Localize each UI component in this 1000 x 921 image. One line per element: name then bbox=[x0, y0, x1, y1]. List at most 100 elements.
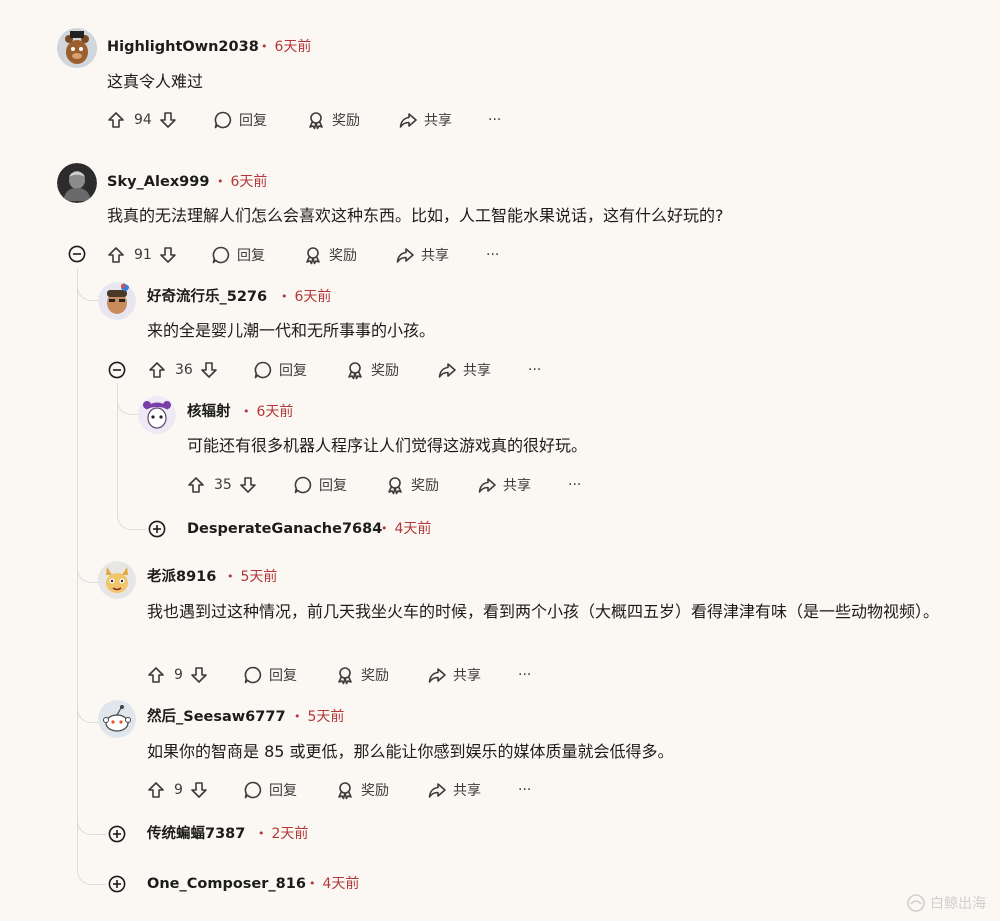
comment-author[interactable]: One_Composer_816 bbox=[147, 874, 306, 894]
comment-body: 我真的无法理解人们怎么会喜欢这种东西。比如，人工智能水果说话，这有什么好玩的? bbox=[107, 206, 724, 225]
share-icon bbox=[478, 478, 496, 493]
award-label: 奖励 bbox=[371, 363, 399, 379]
upvote-button[interactable]: 94 bbox=[106, 106, 178, 134]
reply-label: 回复 bbox=[269, 668, 297, 684]
comment-author[interactable]: Sky_Alex999 bbox=[107, 172, 209, 192]
share-button[interactable]: 共享 bbox=[395, 241, 449, 269]
award-label: 奖励 bbox=[411, 478, 439, 494]
comment-time[interactable]: 6天前 bbox=[217, 172, 268, 192]
award-button[interactable]: 奖励 bbox=[335, 776, 389, 804]
award-button[interactable]: 奖励 bbox=[385, 471, 439, 499]
award-label: 奖励 bbox=[361, 783, 389, 799]
downvote-icon[interactable] bbox=[238, 475, 258, 495]
more-options-button[interactable]: ··· bbox=[568, 471, 581, 499]
vote-count: 36 bbox=[175, 362, 193, 378]
comment-icon bbox=[244, 781, 262, 799]
upvote-button[interactable]: 36 bbox=[147, 356, 219, 384]
share-button[interactable]: 共享 bbox=[398, 106, 452, 134]
award-button[interactable]: 奖励 bbox=[345, 356, 399, 384]
comment-time[interactable]: 2天前 bbox=[258, 824, 309, 844]
avatar[interactable] bbox=[138, 396, 176, 434]
share-icon bbox=[428, 668, 446, 683]
award-button[interactable]: 奖励 bbox=[303, 241, 357, 269]
thread-curve bbox=[77, 278, 100, 301]
reply-label: 回复 bbox=[239, 113, 267, 129]
avatar[interactable] bbox=[98, 700, 136, 738]
downvote-icon[interactable] bbox=[158, 110, 178, 130]
comment-author[interactable]: 然后_Seesaw6777 bbox=[147, 707, 286, 727]
avatar[interactable] bbox=[57, 28, 97, 68]
share-button[interactable]: 共享 bbox=[427, 776, 481, 804]
comment-time[interactable]: 4天前 bbox=[309, 874, 360, 894]
downvote-icon[interactable] bbox=[189, 780, 209, 800]
more-icon: ··· bbox=[568, 477, 582, 493]
avatar[interactable] bbox=[57, 163, 97, 203]
reply-button[interactable]: 回复 bbox=[211, 241, 265, 269]
more-options-button[interactable]: ··· bbox=[518, 661, 531, 689]
comment-time[interactable]: 6天前 bbox=[281, 287, 332, 307]
share-button[interactable]: 共享 bbox=[427, 661, 481, 689]
more-options-button[interactable]: ··· bbox=[486, 241, 499, 269]
minus-circle-icon bbox=[108, 361, 126, 379]
award-label: 奖励 bbox=[329, 248, 357, 264]
watermark: 白鲸出海 bbox=[906, 893, 986, 913]
comment-time[interactable]: 4天前 bbox=[381, 519, 432, 539]
thread-curve bbox=[117, 510, 146, 530]
collapse-thread-button[interactable] bbox=[68, 245, 86, 263]
reply-button[interactable]: 回复 bbox=[293, 471, 347, 499]
upvote-button[interactable]: 9 bbox=[146, 776, 209, 804]
share-icon bbox=[396, 248, 414, 263]
share-button[interactable]: 共享 bbox=[437, 356, 491, 384]
award-label: 奖励 bbox=[332, 113, 360, 129]
more-icon: ··· bbox=[528, 362, 542, 378]
comment-author[interactable]: HighlightOwn2038 bbox=[107, 37, 259, 57]
share-icon bbox=[438, 363, 456, 378]
downvote-icon[interactable] bbox=[199, 360, 219, 380]
upvote-button[interactable]: 91 bbox=[106, 241, 178, 269]
comment-body: 可能还有很多机器人程序让人们觉得这游戏真的很好玩。 bbox=[187, 436, 588, 455]
upvote-button[interactable]: 9 bbox=[146, 661, 209, 689]
comment-author[interactable]: 传统蝙蝠7387 bbox=[147, 824, 245, 844]
comment-time[interactable]: 6天前 bbox=[243, 402, 294, 422]
expand-thread-button[interactable] bbox=[108, 825, 126, 843]
reply-label: 回复 bbox=[237, 248, 265, 264]
more-options-button[interactable]: ··· bbox=[518, 776, 531, 804]
comment-author[interactable]: 好奇流行乐_5276 bbox=[147, 287, 267, 307]
reply-button[interactable]: 回复 bbox=[243, 776, 297, 804]
thread-curve bbox=[77, 856, 106, 885]
comment-time[interactable]: 5天前 bbox=[294, 707, 345, 727]
reply-label: 回复 bbox=[319, 478, 347, 494]
comment-time[interactable]: 5天前 bbox=[227, 567, 278, 587]
comment-body: 来的全是婴儿潮一代和无所事事的小孩。 bbox=[147, 321, 436, 340]
thread-curve bbox=[77, 560, 100, 583]
reply-button[interactable]: 回复 bbox=[213, 106, 267, 134]
upvote-icon bbox=[149, 362, 165, 378]
comment-author[interactable]: DesperateGanache7684 bbox=[187, 519, 382, 539]
expand-thread-button[interactable] bbox=[108, 875, 126, 893]
share-button[interactable]: 共享 bbox=[477, 471, 531, 499]
comment-body: 这真令人难过 bbox=[107, 72, 204, 91]
award-button[interactable]: 奖励 bbox=[335, 661, 389, 689]
comment-author[interactable]: 核辐射 bbox=[187, 402, 231, 422]
reply-button[interactable]: 回复 bbox=[253, 356, 307, 384]
downvote-icon[interactable] bbox=[189, 665, 209, 685]
vote-count: 9 bbox=[174, 782, 183, 798]
more-options-button[interactable]: ··· bbox=[488, 106, 501, 134]
thread-curve bbox=[77, 700, 100, 723]
avatar[interactable] bbox=[98, 282, 136, 320]
expand-thread-button[interactable] bbox=[148, 520, 166, 538]
vote-count: 9 bbox=[174, 667, 183, 683]
avatar[interactable] bbox=[98, 561, 136, 599]
comment-author[interactable]: 老派8916 bbox=[147, 567, 216, 587]
upvote-button[interactable]: 35 bbox=[186, 471, 258, 499]
collapse-thread-button[interactable] bbox=[108, 361, 126, 379]
more-options-button[interactable]: ··· bbox=[528, 356, 541, 384]
plus-circle-icon bbox=[148, 520, 166, 538]
reply-button[interactable]: 回复 bbox=[243, 661, 297, 689]
downvote-icon[interactable] bbox=[158, 245, 178, 265]
minus-circle-icon bbox=[68, 245, 86, 263]
award-button[interactable]: 奖励 bbox=[306, 106, 360, 134]
more-icon: ··· bbox=[518, 667, 532, 683]
comment-time[interactable]: 6天前 bbox=[261, 37, 312, 57]
award-icon bbox=[309, 112, 323, 130]
